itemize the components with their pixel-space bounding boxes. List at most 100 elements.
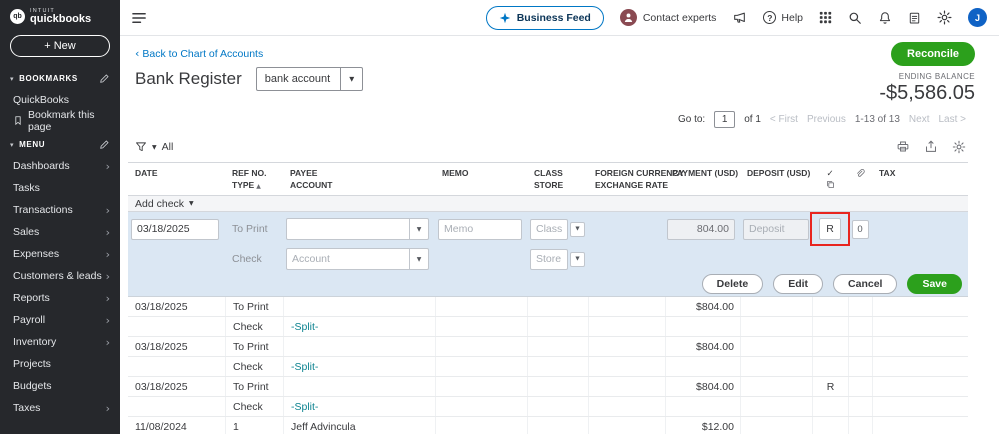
column-header-reconcile[interactable]: ✓ <box>812 167 848 193</box>
export-icon[interactable] <box>924 140 938 154</box>
sidebar-item-sales[interactable]: Sales › <box>0 221 120 243</box>
previous-page-link[interactable]: Previous <box>807 114 846 125</box>
account-input[interactable] <box>287 249 409 269</box>
sidebar-item-payroll[interactable]: Payroll › <box>0 309 120 331</box>
contact-experts-button[interactable]: Contact experts <box>620 9 717 26</box>
cell-deposit <box>740 417 812 434</box>
cell-account: -Split- <box>283 397 435 416</box>
chevron-right-icon: › <box>106 249 110 260</box>
register-row-line[interactable]: Check -Split- <box>128 317 968 337</box>
payee-input[interactable] <box>287 219 409 239</box>
sidebar-item-tasks[interactable]: Tasks <box>0 177 120 199</box>
cell-payment: $804.00 <box>665 337 740 356</box>
add-transaction-row[interactable]: Add check ▼ <box>128 196 968 212</box>
split-link[interactable]: -Split- <box>291 401 318 413</box>
sidebar-item-dashboards[interactable]: Dashboards › <box>0 155 120 177</box>
register-row-line[interactable]: 11/08/2024 1 Jeff Advincula $12.00 <box>128 417 968 434</box>
store-dropdown-button[interactable]: ▼ <box>570 252 585 267</box>
sidebar-item-label: Bookmark this page <box>28 109 110 133</box>
column-header-memo[interactable]: MEMO <box>435 167 527 193</box>
register-row-line[interactable]: 03/18/2025 To Print $804.00 <box>128 337 968 357</box>
attachment-count-button[interactable]: 0 <box>852 220 869 239</box>
sidebar-item-projects[interactable]: Projects <box>0 353 120 375</box>
sidebar-item-expenses[interactable]: Expenses › <box>0 243 120 265</box>
apps-grid-icon[interactable] <box>819 11 832 24</box>
column-header-tax[interactable]: TAX <box>872 167 968 193</box>
bookmark-this-page-button[interactable]: Bookmark this page <box>0 110 120 131</box>
date-input[interactable] <box>131 219 219 240</box>
sidebar-item-reports[interactable]: Reports › <box>0 287 120 309</box>
save-button[interactable]: Save <box>907 274 962 294</box>
column-header-payee-account[interactable]: PAYEE ACCOUNT <box>283 167 435 193</box>
class-input[interactable] <box>530 219 568 240</box>
edit-menu-icon[interactable] <box>99 139 110 150</box>
cell-date <box>128 317 225 336</box>
back-to-chart-of-accounts-link[interactable]: ‹ Back to Chart of Accounts <box>135 48 263 60</box>
first-page-link[interactable]: < First <box>770 114 798 125</box>
sidebar-item-label: QuickBooks <box>13 94 69 106</box>
menu-item-label: Dashboards <box>13 160 70 172</box>
column-header-deposit[interactable]: DEPOSIT (USD) <box>740 167 812 193</box>
filter-button[interactable]: ▼ All <box>135 141 173 153</box>
column-header-ref-type[interactable]: REF NO. TYPE▲ <box>225 167 283 193</box>
print-icon[interactable] <box>896 140 910 154</box>
sidebar-item-inventory[interactable]: Inventory › <box>0 331 120 353</box>
sidebar-item-taxes[interactable]: Taxes › <box>0 397 120 419</box>
menu-item-label: Reports <box>13 292 50 304</box>
help-button[interactable]: ? Help <box>763 11 803 24</box>
deposit-input[interactable] <box>743 219 809 240</box>
menu-section-header[interactable]: ▾ MENU <box>0 131 120 155</box>
register-row-line[interactable]: 03/18/2025 To Print $804.00 R <box>128 377 968 397</box>
user-avatar[interactable]: J <box>968 8 987 27</box>
register-row-line[interactable]: Check -Split- <box>128 397 968 417</box>
next-page-link[interactable]: Next <box>909 114 930 125</box>
account-combobox[interactable]: ▼ <box>286 248 429 270</box>
column-header-class-store[interactable]: CLASS STORE <box>527 167 588 193</box>
sidebar-item-quickbooks[interactable]: QuickBooks <box>0 89 120 110</box>
table-settings-icon[interactable] <box>952 140 966 154</box>
bookmarks-section-header[interactable]: ▾ BOOKMARKS <box>0 65 120 89</box>
delete-button[interactable]: Delete <box>702 274 764 294</box>
cancel-button[interactable]: Cancel <box>833 274 897 294</box>
filter-funnel-icon <box>135 141 147 153</box>
search-icon[interactable] <box>848 11 862 25</box>
payment-input[interactable] <box>667 219 735 240</box>
last-page-link[interactable]: Last > <box>938 114 966 125</box>
store-input[interactable] <box>530 249 568 270</box>
business-feed-button[interactable]: Business Feed <box>486 6 604 30</box>
edit-button[interactable]: Edit <box>773 274 823 294</box>
cell-attachment <box>848 377 872 396</box>
announcements-icon[interactable] <box>732 11 747 25</box>
register-row-line[interactable]: Check -Split- <box>128 357 968 377</box>
reconcile-status-button[interactable]: R <box>819 218 841 240</box>
register-row-line[interactable]: 03/18/2025 To Print $804.00 <box>128 297 968 317</box>
memo-input[interactable] <box>438 219 522 240</box>
contact-experts-label: Contact experts <box>643 12 717 24</box>
tasks-icon[interactable] <box>908 11 921 25</box>
chevron-right-icon: › <box>106 315 110 326</box>
column-header-attachment[interactable] <box>848 167 872 193</box>
cell-class <box>527 357 588 376</box>
hamburger-menu-icon[interactable] <box>132 12 147 24</box>
split-link[interactable]: -Split- <box>291 321 318 333</box>
sidebar-item-budgets[interactable]: Budgets <box>0 375 120 397</box>
reconcile-button[interactable]: Reconcile <box>891 42 975 66</box>
settings-icon[interactable] <box>937 10 952 25</box>
account-select[interactable]: bank account ▼ <box>256 67 363 91</box>
sidebar-item-transactions[interactable]: Transactions › <box>0 199 120 221</box>
cell-memo <box>435 357 527 376</box>
page-number-input[interactable] <box>714 111 735 128</box>
column-header-date[interactable]: DATE <box>128 167 225 193</box>
payee-combobox[interactable]: ▼ <box>286 218 429 240</box>
chevron-down-icon[interactable]: ▼ <box>409 219 428 239</box>
edit-bookmarks-icon[interactable] <box>99 73 110 84</box>
split-link[interactable]: -Split- <box>291 361 318 373</box>
new-button[interactable]: + New <box>10 35 110 57</box>
cell-reconcile <box>812 297 848 316</box>
column-header-foreign-currency[interactable]: FOREIGN CURRENCY EXCHANGE RATE <box>588 167 665 193</box>
chevron-down-icon[interactable]: ▼ <box>409 249 428 269</box>
class-dropdown-button[interactable]: ▼ <box>570 222 585 237</box>
notifications-icon[interactable] <box>878 11 892 25</box>
sidebar-item-customers-leads[interactable]: Customers & leads › <box>0 265 120 287</box>
column-header-payment[interactable]: PAYMENT (USD) <box>665 167 740 193</box>
